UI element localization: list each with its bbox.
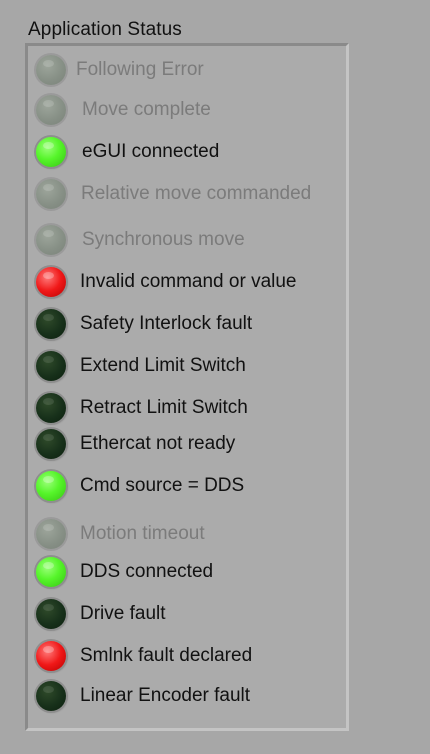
indicator-led-icon bbox=[36, 179, 66, 209]
status-row-synchronous-move: Synchronous move bbox=[36, 222, 245, 258]
indicator-led-icon bbox=[36, 309, 66, 339]
indicator-led-icon bbox=[36, 137, 66, 167]
indicator-label: Synchronous move bbox=[82, 229, 245, 250]
status-row-retract-limit: Retract Limit Switch bbox=[36, 390, 248, 426]
indicator-label: Retract Limit Switch bbox=[80, 397, 248, 418]
indicator-label: Following Error bbox=[76, 59, 204, 80]
indicator-led-icon bbox=[36, 599, 66, 629]
status-row-following-error: Following Error bbox=[36, 52, 204, 88]
indicator-label: Invalid command or value bbox=[80, 271, 297, 292]
indicator-label: Safety Interlock fault bbox=[80, 313, 253, 334]
indicator-label: Linear Encoder fault bbox=[80, 685, 251, 706]
status-row-egui-connected: eGUI connected bbox=[36, 134, 219, 170]
indicator-label: Ethercat not ready bbox=[80, 433, 236, 454]
indicator-led-icon bbox=[36, 225, 66, 255]
status-row-move-complete: Move complete bbox=[36, 92, 211, 128]
indicator-label: Extend Limit Switch bbox=[80, 355, 246, 376]
status-row-extend-limit: Extend Limit Switch bbox=[36, 348, 246, 384]
indicator-led-icon bbox=[36, 557, 66, 587]
status-row-linear-encoder: Linear Encoder fault bbox=[36, 678, 250, 714]
panel-title: Application Status bbox=[28, 19, 182, 40]
indicator-led-icon bbox=[36, 55, 66, 85]
indicator-led-icon bbox=[36, 641, 66, 671]
status-row-smlnk-fault: Smlnk fault declared bbox=[36, 638, 252, 674]
status-row-motion-timeout: Motion timeout bbox=[36, 516, 205, 552]
status-row-dds-connected: DDS connected bbox=[36, 554, 213, 590]
indicator-led-icon bbox=[36, 351, 66, 381]
status-row-cmd-source: Cmd source = DDS bbox=[36, 468, 244, 504]
status-row-safety-interlock: Safety Interlock fault bbox=[36, 306, 252, 342]
indicator-label: DDS connected bbox=[80, 561, 214, 582]
status-row-relative-move: Relative move commanded bbox=[36, 176, 311, 212]
indicator-led-icon bbox=[36, 95, 66, 125]
indicator-label: eGUI connected bbox=[82, 141, 220, 162]
indicator-led-icon bbox=[36, 393, 66, 423]
status-row-drive-fault: Drive fault bbox=[36, 596, 166, 632]
indicator-led-icon bbox=[36, 471, 66, 501]
indicator-label: Move complete bbox=[82, 99, 211, 120]
status-row-invalid-command: Invalid command or value bbox=[36, 264, 297, 300]
indicator-label: Smlnk fault declared bbox=[80, 645, 253, 666]
indicator-label: Drive fault bbox=[80, 603, 166, 624]
indicator-label: Motion timeout bbox=[80, 523, 205, 544]
indicator-led-icon bbox=[36, 267, 66, 297]
indicator-led-icon bbox=[36, 681, 66, 711]
indicator-led-icon bbox=[36, 429, 66, 459]
status-row-ethercat: Ethercat not ready bbox=[36, 426, 235, 462]
indicator-label: Cmd source = DDS bbox=[80, 475, 245, 496]
indicator-label: Relative move commanded bbox=[81, 183, 312, 204]
indicator-led-icon bbox=[36, 519, 66, 549]
